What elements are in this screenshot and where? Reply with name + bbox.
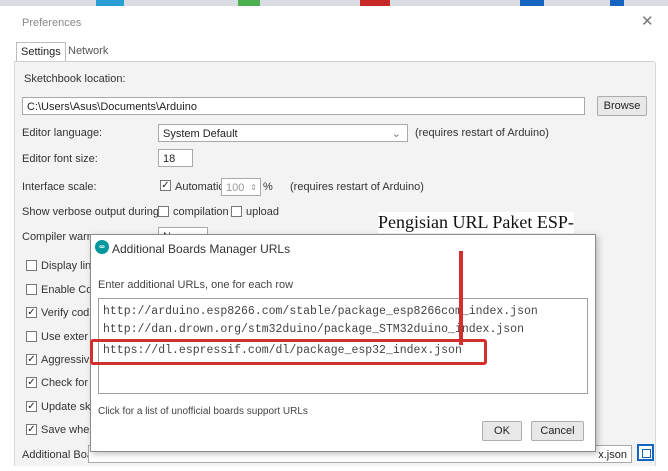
dialog-instruction: Enter additional URLs, one for each row	[98, 279, 294, 291]
compilation-label: compilation	[173, 206, 229, 218]
ok-button[interactable]: OK	[482, 421, 522, 441]
scale-note: (requires restart of Arduino)	[290, 181, 424, 193]
highlight-box-esp32-url	[90, 339, 487, 365]
upload-label: upload	[246, 206, 280, 218]
save-when-verifying-label: Save whe	[41, 424, 90, 436]
close-icon[interactable]: ✕	[641, 12, 654, 30]
enable-code-folding-checkbox[interactable]	[26, 284, 37, 295]
browse-button[interactable]: Browse	[597, 96, 647, 116]
verify-code-label: Verify cod	[41, 307, 90, 319]
aggressive-cache-checkbox[interactable]: ✓	[26, 354, 37, 365]
verify-code-checkbox[interactable]: ✓	[26, 307, 37, 318]
automatic-label: Automatic	[175, 181, 224, 193]
update-sketch-checkbox[interactable]: ✓	[26, 401, 37, 412]
editor-language-label: Editor language:	[22, 127, 103, 139]
dialog-title: Additional Boards Manager URLs	[112, 242, 291, 256]
update-sketch-label: Update sk	[41, 401, 91, 413]
enable-code-folding-label: Enable Co	[41, 284, 93, 296]
font-size-label: Editor font size:	[22, 153, 98, 165]
check-updates-checkbox[interactable]: ✓	[26, 377, 37, 388]
sketchbook-location-input[interactable]: C:\Users\Asus\Documents\Arduino	[22, 97, 585, 115]
aggressive-cache-label: Aggressiv	[41, 354, 90, 366]
use-external-editor-checkbox[interactable]	[26, 331, 37, 342]
font-size-input[interactable]: 18	[158, 149, 193, 167]
url-line-esp8266: http://arduino.esp8266.com/stable/packag…	[103, 305, 538, 318]
check-updates-label: Check for	[41, 377, 89, 389]
upload-checkbox[interactable]	[231, 206, 242, 217]
additional-boards-label: Additional Boa	[22, 449, 93, 461]
save-when-verifying-checkbox[interactable]: ✓	[26, 424, 37, 435]
scale-spinner[interactable]: 100 ⇕	[221, 178, 261, 196]
spinner-arrows-icon: ⇕	[250, 183, 257, 192]
arduino-logo-icon: ∞	[95, 240, 109, 254]
compiler-warnings-label: Compiler warn	[22, 231, 93, 243]
scale-value: 100	[226, 182, 245, 194]
open-url-list-icon[interactable]	[637, 444, 654, 461]
scale-unit: %	[263, 181, 273, 193]
editor-language-select[interactable]: System Default ⌄	[158, 124, 408, 142]
tab-network[interactable]: Network	[64, 42, 112, 61]
cancel-button[interactable]: Cancel	[531, 421, 584, 441]
additional-boards-value-tail: x.json	[598, 449, 627, 461]
interface-scale-label: Interface scale:	[22, 181, 97, 193]
unofficial-boards-link[interactable]: Click for a list of unofficial boards su…	[98, 406, 308, 417]
window-title: Preferences	[22, 17, 82, 29]
automatic-checkbox[interactable]: ✓	[160, 180, 171, 191]
annotation-callout-text: Pengisian URL Paket ESP-	[378, 212, 574, 233]
verbose-output-label: Show verbose output during:	[22, 206, 163, 218]
editor-language-note: (requires restart of Arduino)	[415, 127, 549, 139]
callout-pointer-line	[459, 251, 463, 345]
tab-settings[interactable]: Settings	[16, 42, 66, 63]
display-line-numbers-checkbox[interactable]	[26, 260, 37, 271]
compilation-checkbox[interactable]	[158, 206, 169, 217]
chevron-down-icon: ⌄	[391, 128, 401, 140]
editor-language-value: System Default	[163, 128, 238, 140]
use-external-editor-label: Use exter	[41, 331, 89, 343]
sketchbook-location-label: Sketchbook location:	[24, 73, 126, 85]
background-window-strip	[0, 0, 668, 6]
display-line-numbers-label: Display lin	[41, 260, 92, 272]
